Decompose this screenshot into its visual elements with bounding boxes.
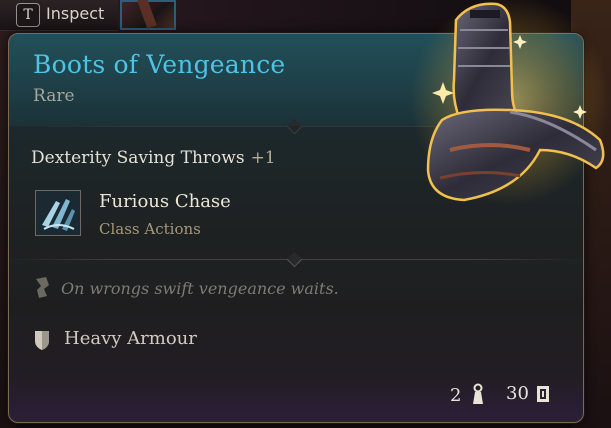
inspect-button[interactable]: T Inspect	[0, 0, 118, 31]
stat-line: Dexterity Saving Throws +1	[31, 148, 276, 168]
gold-coin-icon	[537, 386, 549, 402]
stat-bonus: +1	[250, 148, 276, 168]
hotkey-badge: T	[16, 3, 40, 27]
section-divider	[9, 251, 583, 268]
action-type: Class Actions	[99, 220, 201, 238]
flavor-text: On wrongs swift vengeance waits.	[61, 279, 339, 298]
quill-icon	[36, 277, 49, 298]
item-name: Boots of Vengeance	[33, 50, 286, 79]
game-screen: T Inspect Boots of Vengeance Rare Dexter…	[0, 0, 611, 428]
furious-chase-icon[interactable]	[35, 190, 81, 236]
stat-label: Dexterity Saving Throws	[31, 148, 245, 168]
inspect-label: Inspect	[46, 4, 105, 23]
weight-icon	[473, 383, 483, 404]
item-weight: 2	[450, 385, 462, 406]
boots-icon	[410, 0, 610, 205]
shield-icon	[35, 331, 49, 350]
item-slot-thumbnail[interactable]	[120, 0, 176, 30]
armour-type: Heavy Armour	[64, 328, 197, 349]
item-value: 30	[506, 383, 529, 404]
action-name: Furious Chase	[99, 191, 231, 212]
item-rarity: Rare	[33, 86, 75, 106]
